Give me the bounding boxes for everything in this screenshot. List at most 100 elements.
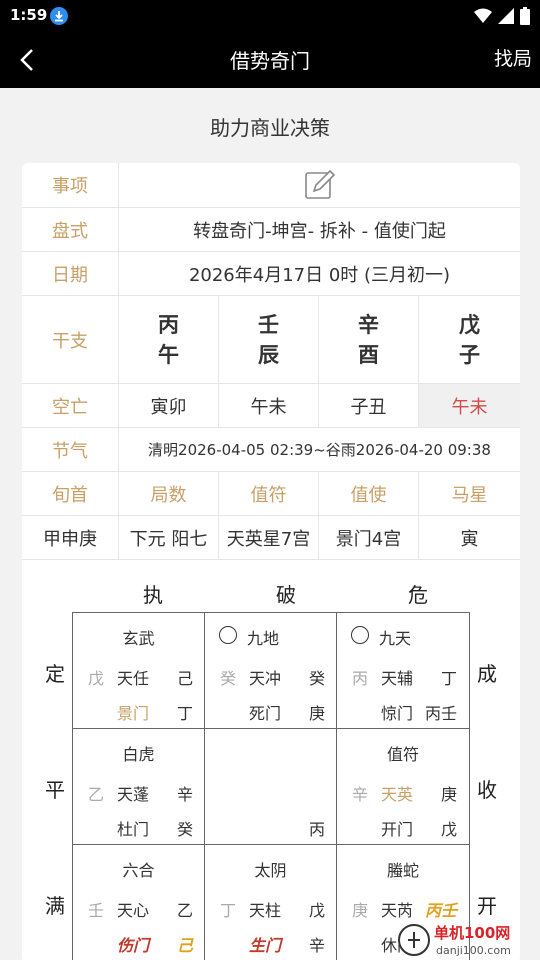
ganzhi-month: 壬辰 xyxy=(219,296,319,383)
palace-stem-right: 乙 xyxy=(177,901,194,920)
battery-icon xyxy=(520,7,530,25)
palace-stem-right: 丁 xyxy=(441,669,458,688)
palace-star: 天蓬 xyxy=(117,785,150,804)
row-void: 空亡 寅卯 午未 子丑 午未 xyxy=(22,384,520,428)
page-title: 助力商业决策 xyxy=(210,116,330,140)
palace-god: 九地 xyxy=(247,629,280,648)
ganzhi-year-stem: 丙 xyxy=(158,312,179,337)
wifi-icon xyxy=(474,8,492,23)
palace-8[interactable]: 六合 壬 天心 乙 伤门 己 xyxy=(73,845,205,960)
palace-god: 值符 xyxy=(386,745,419,764)
palace-door: 伤门 xyxy=(117,936,150,955)
board-type-label: 盘式 xyxy=(22,208,119,251)
value-zhishi: 景门4宫 xyxy=(319,516,419,559)
palace-stem-left: 乙 xyxy=(88,785,105,804)
value-xunshou: 甲申庚 xyxy=(22,516,119,559)
palace-earth-stem: 戊 xyxy=(441,820,458,839)
palace-7[interactable]: 值符 辛 天英 庚 开门 戊 xyxy=(337,729,469,845)
palace-stem-right: 癸 xyxy=(309,669,326,688)
value-maxing: 寅 xyxy=(460,528,479,550)
palace-god: 六合 xyxy=(122,861,155,880)
palace-earth-stem: 辛 xyxy=(309,936,326,955)
left-label-1: 定 xyxy=(45,662,65,686)
palace-god: 螣蛇 xyxy=(386,861,419,880)
header-zhifu: 值符 xyxy=(219,472,319,515)
row-headers: 旬首 局数 值符 值使 马星 xyxy=(22,472,520,516)
palace-earth-stem: 丁 xyxy=(177,704,194,723)
row-board-type: 盘式 转盘奇门-坤宫- 拆补 - 值使门起 xyxy=(22,208,520,252)
value-jushu: 下元 阳七 xyxy=(119,516,219,559)
palace-star: 天柱 xyxy=(249,901,282,920)
ganzhi-month-stem: 壬 xyxy=(258,312,279,337)
void-label: 空亡 xyxy=(22,384,119,427)
palace-god: 玄武 xyxy=(122,629,155,648)
ganzhi-label: 干支 xyxy=(22,296,119,383)
row-date: 日期 2026年4月17日 0时 (三月初一) xyxy=(22,252,520,296)
ganzhi-hour-branch: 子 xyxy=(459,342,480,367)
palace-4[interactable]: 玄武 戊 天任 己 景门 丁 xyxy=(73,613,205,729)
palace-9[interactable]: 九地 癸 天冲 癸 死门 庚 xyxy=(205,613,337,729)
palace-earth-stem: 己 xyxy=(177,936,194,955)
clock: 1:59 xyxy=(10,6,48,24)
top-label-1: 执 xyxy=(143,583,163,607)
palace-door: 生门 xyxy=(249,936,282,955)
ganzhi-year-branch: 午 xyxy=(158,342,179,367)
void-hour: 午未 xyxy=(419,384,520,427)
empty-circle-icon xyxy=(219,626,237,644)
palace-stem-left: 庚 xyxy=(352,901,369,920)
app-bar: 借势奇门 找局 xyxy=(0,32,540,88)
download-icon xyxy=(50,7,68,25)
palace-door: 景门 xyxy=(117,704,150,723)
void-month: 午未 xyxy=(219,384,319,427)
date-label: 日期 xyxy=(22,252,119,295)
row-solar-term: 节气 清明2026-04-05 02:39~谷雨2026-04-20 09:38 xyxy=(22,428,520,472)
palace-stem-right: 戊 xyxy=(309,901,326,920)
date-value: 2026年4月17日 0时 (三月初一) xyxy=(188,264,451,286)
palace-stem-left: 丁 xyxy=(220,901,237,920)
palace-star: 天心 xyxy=(117,901,150,920)
row-matter: 事项 xyxy=(22,163,520,208)
palace-stem-right: 辛 xyxy=(177,785,194,804)
header-zhishi: 值使 xyxy=(319,472,419,515)
row-ganzhi: 干支 丙午 壬辰 辛酉 戊子 xyxy=(22,296,520,384)
ganzhi-day-stem: 辛 xyxy=(358,312,379,337)
left-label-2: 平 xyxy=(45,778,65,802)
palace-god: 白虎 xyxy=(122,745,155,764)
ganzhi-day: 辛酉 xyxy=(319,296,419,383)
right-label-3: 开 xyxy=(477,894,497,918)
value-zhifu: 天英星7宫 xyxy=(219,516,319,559)
palace-5[interactable]: 丙 xyxy=(205,729,337,845)
header-maxing: 马星 xyxy=(451,484,488,506)
palace-star: 天辅 xyxy=(381,669,414,688)
edit-icon[interactable] xyxy=(304,169,336,201)
solar-term-label: 节气 xyxy=(22,428,119,471)
ganzhi-hour: 戊子 xyxy=(419,296,520,383)
palace-door: 杜门 xyxy=(117,820,150,839)
app-title: 借势奇门 xyxy=(230,49,310,73)
palace-1[interactable]: 太阴 丁 天柱 戊 生门 辛 xyxy=(205,845,337,960)
right-label-2: 收 xyxy=(477,778,497,802)
status-bar: 1:59 xyxy=(0,0,540,32)
palace-stem-left: 癸 xyxy=(220,669,237,688)
top-label-2: 破 xyxy=(276,583,296,607)
header-xunshou: 旬首 xyxy=(22,472,119,515)
palace-star: 天任 xyxy=(117,669,150,688)
ganzhi-hour-stem: 戊 xyxy=(459,312,480,337)
palace-door: 开门 xyxy=(381,820,414,839)
empty-circle-icon xyxy=(351,626,369,644)
void-day: 子丑 xyxy=(319,384,419,427)
edit-matter-button[interactable] xyxy=(119,163,520,207)
qimen-chart: 玄武 戊 天任 己 景门 丁 九地 癸 天冲 癸 死门 庚 九天 丙 天辅 丁 … xyxy=(72,612,470,960)
palace-stem-right: 己 xyxy=(177,669,194,688)
ganzhi-month-branch: 辰 xyxy=(258,342,279,367)
row-values: 甲申庚 下元 阳七 天英星7宫 景门4宫 寅 xyxy=(22,516,520,560)
palace-god: 太阴 xyxy=(254,861,287,880)
palace-stem-left: 辛 xyxy=(352,785,369,804)
palace-2[interactable]: 九天 丙 天辅 丁 惊门 丙壬 xyxy=(337,613,469,729)
ganzhi-day-branch: 酉 xyxy=(358,342,379,367)
palace-3[interactable]: 白虎 乙 天蓬 辛 杜门 癸 xyxy=(73,729,205,845)
palace-stem-left: 丙 xyxy=(352,669,369,688)
void-year: 寅卯 xyxy=(119,384,219,427)
find-layout-button[interactable]: 找局 xyxy=(494,44,532,71)
palace-door: 死门 xyxy=(249,704,282,723)
